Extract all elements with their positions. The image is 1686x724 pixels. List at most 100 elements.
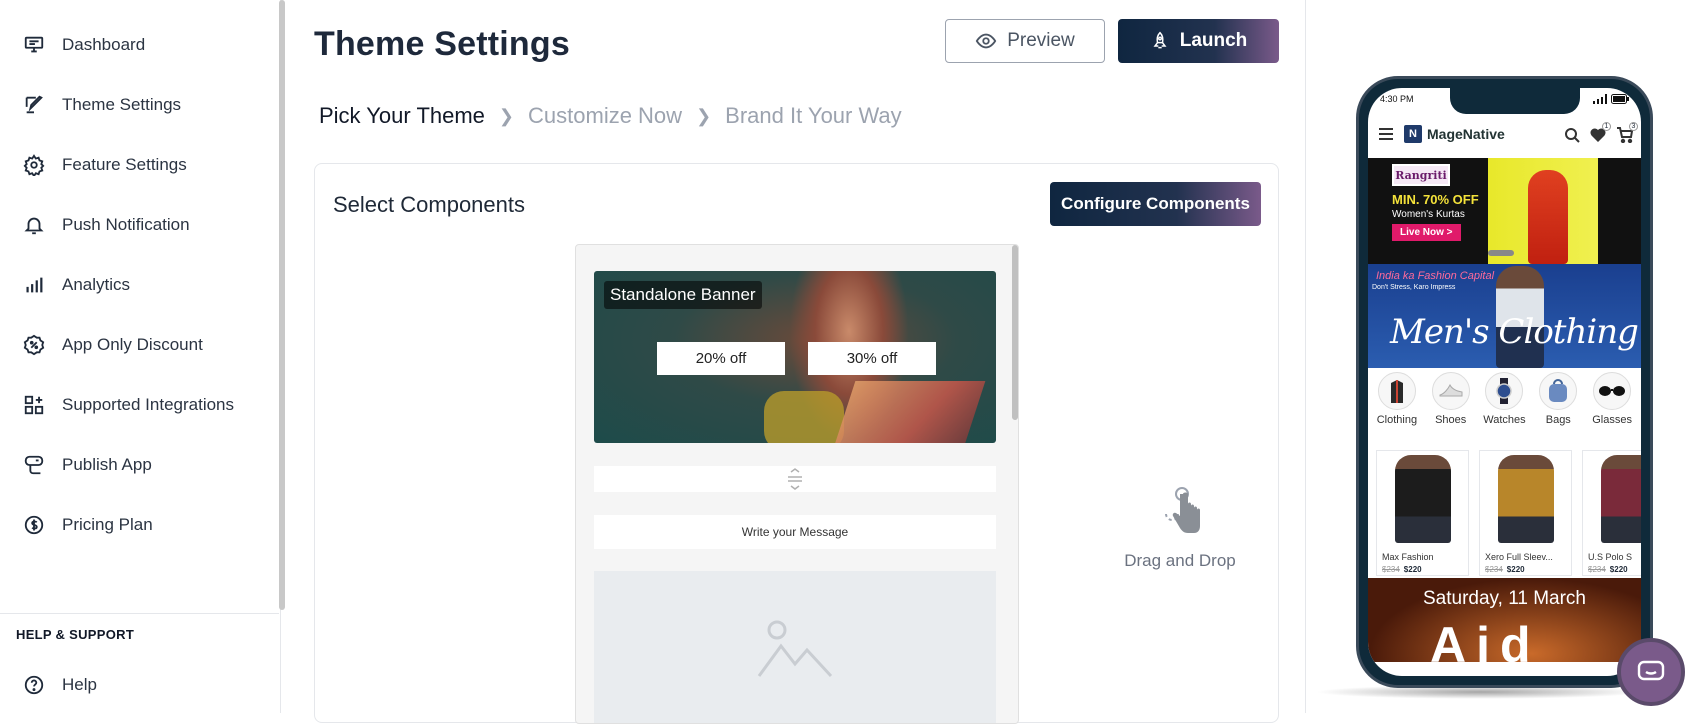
product-name: Max Fashion [1382,552,1434,562]
product-image [1601,455,1641,543]
image-placeholder[interactable] [594,571,996,723]
product-image [1395,455,1451,543]
promo-banner-date[interactable]: Saturday, 11 March Aid [1368,578,1641,662]
divider-component[interactable] [594,466,996,492]
phone-screen: 4:30 PM N MageNative 1 3 Rangriti MIN. 7… [1368,88,1641,676]
product-image [1498,455,1554,543]
app-header: N MageNative 1 3 [1368,114,1641,154]
sidebar-item-dashboard[interactable]: Dashboard [0,23,275,67]
drag-hand-icon [1165,487,1200,533]
category-watches[interactable]: Watches [1479,372,1529,432]
sidebar-item-label: Dashboard [62,35,146,54]
banner-big-text: Aid [1430,617,1541,662]
sidebar-item-pricing-plan[interactable]: Pricing Plan [0,503,275,547]
offer-button-20[interactable]: 20% off [657,342,785,375]
discount-badge-icon [22,333,46,357]
category-shoes[interactable]: Shoes [1426,372,1476,432]
product-name: Xero Full Sleev... [1485,552,1553,562]
drag-drop-label: Drag and Drop [1124,551,1236,570]
launch-button[interactable]: Launch [1118,19,1279,63]
app-header-icons: 1 3 [1564,122,1638,148]
product-price: $234 $220 [1485,565,1525,574]
sidebar-item-app-only-discount[interactable]: App Only Discount [0,323,275,367]
sidebar: Dashboard Theme Settings Feature Setting… [0,0,281,713]
price: $220 [1403,565,1422,574]
main-content: Theme Settings Preview Launch Pick Your … [285,0,1305,724]
banner-image-detail [764,391,844,443]
banner-image-bags [832,381,986,443]
sidebar-divider [0,613,279,614]
category-glasses[interactable]: Glasses [1587,372,1637,432]
promo-banner-kurtas[interactable]: Rangriti MIN. 70% OFF Women's Kurtas Liv… [1368,158,1641,264]
offer-button-30[interactable]: 30% off [808,342,936,375]
step-brand[interactable]: Brand It Your Way [725,103,902,129]
shoe-icon [1431,372,1470,410]
banner-subtitle: Women's Kurtas [1392,209,1465,220]
product-card[interactable]: U.S Polo S $234 $220 [1582,450,1641,576]
sidebar-item-label: Push Notification [62,215,190,234]
app-brand: N MageNative [1404,125,1505,143]
publish-icon [22,453,46,477]
old-price: $234 [1588,565,1606,574]
sidebar-item-help[interactable]: Help [0,663,275,707]
help-support-heading: HELP & SUPPORT [16,627,135,642]
banner-date: Saturday, 11 March [1423,588,1586,609]
bell-icon [22,213,46,237]
category-label: Bags [1545,414,1571,426]
sidebar-item-theme-settings[interactable]: Theme Settings [0,83,275,127]
configure-components-button[interactable]: Configure Components [1050,182,1261,226]
category-bags[interactable]: Bags [1533,372,1583,432]
banner-headline: Men's Clothing [1390,312,1639,352]
sunglasses-icon [1593,372,1632,410]
product-card[interactable]: Max Fashion $234 $220 [1376,450,1469,576]
old-price: $234 [1485,565,1503,574]
step-customize[interactable]: Customize Now [528,103,682,129]
sidebar-item-push-notification[interactable]: Push Notification [0,203,275,247]
banner-offer: MIN. 70% OFF [1392,192,1479,207]
sidebar-item-supported-integrations[interactable]: Supported Integrations [0,383,275,427]
sidebar-item-publish-app[interactable]: Publish App [0,443,275,487]
price: $220 [1609,565,1628,574]
search-icon[interactable] [1564,127,1580,143]
live-now-button[interactable]: Live Now > [1392,224,1461,241]
hamburger-menu-icon[interactable] [1378,127,1394,141]
image-placeholder-icon [757,620,833,678]
model-image [1528,170,1568,264]
select-components-card: Select Components Configure Components S… [314,163,1279,724]
promo-banner-mens[interactable]: India ka Fashion Capital Don't Stress, K… [1368,264,1641,368]
drag-drop-zone[interactable]: Drag and Drop [1105,484,1255,571]
cart-count: 3 [1629,122,1638,131]
preview-button[interactable]: Preview [945,19,1105,63]
sidebar-item-feature-settings[interactable]: Feature Settings [0,143,275,187]
launch-label: Launch [1179,30,1248,51]
standalone-banner[interactable]: Standalone Banner 20% off 30% off [594,271,996,443]
product-price: $234 $220 [1588,565,1628,574]
chat-support-button[interactable] [1617,638,1685,706]
status-time: 4:30 PM [1380,94,1414,104]
old-price: $234 [1382,565,1400,574]
sidebar-item-label: Theme Settings [62,95,182,114]
rangriti-logo: Rangriti [1392,164,1450,186]
brand-logo: N [1404,125,1422,143]
product-row: Max Fashion $234 $220 Xero Full Sleev... … [1376,450,1641,576]
card-title: Select Components [333,192,525,217]
category-clothing[interactable]: Clothing [1372,372,1422,432]
wishlist[interactable]: 1 [1590,122,1611,148]
eye-icon [975,33,997,49]
chevron-right-icon: ❯ [696,105,712,126]
category-label: Shoes [1435,414,1467,426]
phone-notch [1450,88,1580,114]
cart[interactable]: 3 [1616,122,1638,148]
builder-scrollbar[interactable] [1012,245,1018,420]
product-price: $234 $220 [1382,565,1422,574]
carousel-dots[interactable] [1488,250,1514,256]
product-card[interactable]: Xero Full Sleev... $234 $220 [1479,450,1572,576]
sidebar-item-analytics[interactable]: Analytics [0,263,275,307]
phone-mockup: 4:30 PM N MageNative 1 3 Rangriti MIN. 7… [1356,76,1653,688]
watch-icon [1485,372,1524,410]
theme-brush-icon [22,93,46,117]
message-component[interactable]: Write your Message [594,515,996,549]
category-label: Watches [1483,414,1526,426]
step-pick-theme[interactable]: Pick Your Theme [319,103,485,129]
sidebar-item-label: App Only Discount [62,335,203,354]
